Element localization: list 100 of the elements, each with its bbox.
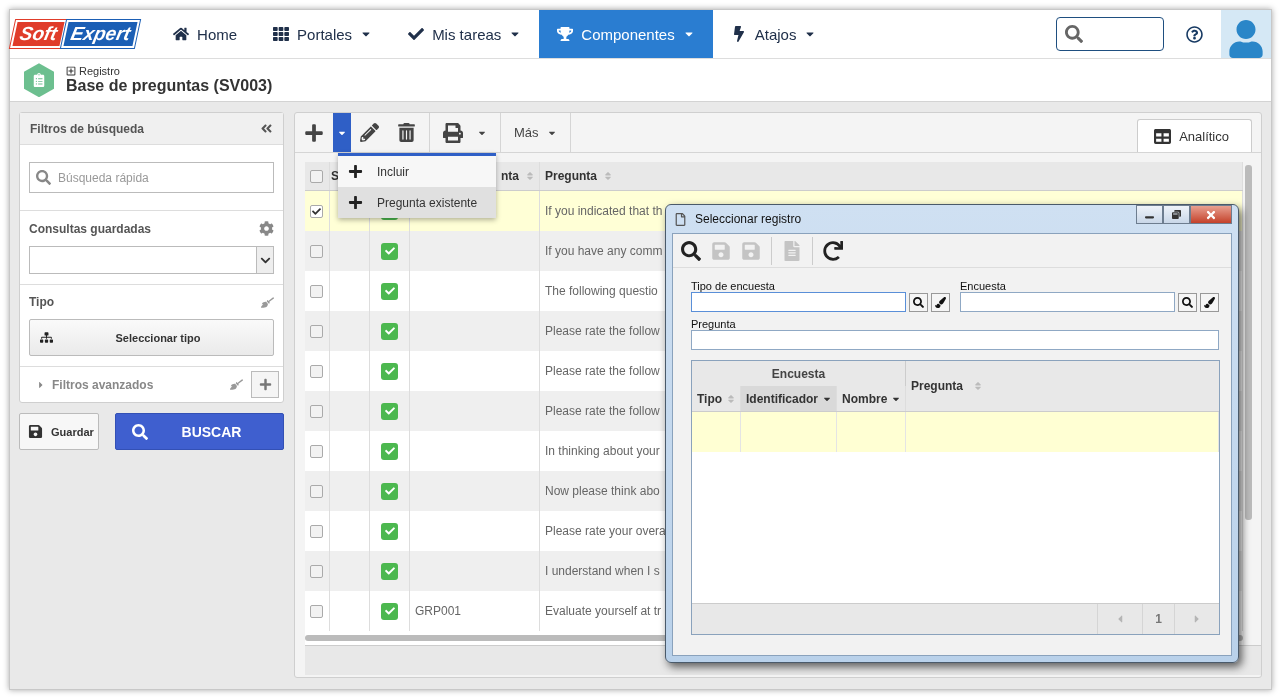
column-header[interactable]: Pregunta	[545, 169, 597, 183]
column-header[interactable]: Pregunta	[906, 361, 1219, 411]
section-label: Tipo	[29, 295, 55, 309]
search-field[interactable]: Búsqueda rápida	[29, 162, 274, 193]
search-field[interactable]	[1056, 17, 1164, 52]
collapse-icon[interactable]	[260, 122, 273, 135]
search-button[interactable]	[681, 240, 701, 261]
tree-icon	[40, 331, 53, 344]
checkbox[interactable]	[310, 169, 323, 183]
more-button[interactable]: Más	[505, 113, 566, 152]
broom-icon[interactable]	[261, 295, 274, 309]
menu-item[interactable]: Incluir	[338, 156, 496, 187]
input-field[interactable]	[691, 330, 1219, 350]
clear-button[interactable]	[1200, 292, 1219, 312]
table-cell: The following questio	[545, 284, 658, 298]
checkbox[interactable]	[310, 444, 323, 458]
printer-icon	[443, 122, 463, 143]
checkbox[interactable]	[310, 564, 323, 578]
select-type-button[interactable]: Seleccionar tipo	[29, 319, 274, 356]
table-icon	[1154, 127, 1172, 145]
column-header[interactable]: Identificador	[741, 386, 837, 411]
column-header[interactable]: nta	[501, 169, 519, 183]
table-cell: Evaluate yourself at tr	[545, 604, 662, 618]
panel-title: Filtros de búsqueda	[30, 121, 144, 136]
user-icon	[1227, 20, 1265, 59]
grid-icon	[273, 26, 290, 43]
maximize-button[interactable]	[1163, 205, 1190, 224]
nav-item[interactable]: Mis tareas	[390, 10, 540, 59]
column-header[interactable]: Nombre	[837, 386, 906, 411]
plus-icon	[304, 122, 324, 143]
settings-icon[interactable]	[259, 221, 274, 236]
column-group-header: Encuesta	[770, 365, 827, 383]
search-icon	[1065, 25, 1083, 44]
field-label: Encuesta	[960, 280, 1007, 292]
checkbox[interactable]	[310, 604, 323, 618]
dialog-title: Seleccionar registro	[695, 212, 802, 226]
search-button[interactable]: BUSCAR	[115, 413, 284, 450]
help-button[interactable]	[1186, 25, 1203, 43]
plus-icon	[348, 195, 363, 210]
clear-button[interactable]	[931, 292, 950, 312]
restore-icon	[1172, 210, 1181, 219]
checkbox[interactable]	[310, 484, 323, 498]
minimize-button[interactable]	[1136, 205, 1163, 224]
logo: Soft Expert	[10, 10, 156, 59]
checkbox[interactable]	[310, 324, 323, 338]
save-button[interactable]: Guardar	[19, 413, 99, 450]
checkbox[interactable]	[310, 364, 323, 378]
save-icon	[741, 240, 761, 261]
checkbox[interactable]	[310, 284, 323, 298]
search-button[interactable]	[909, 292, 928, 312]
table-cell: Please rate the follow	[545, 364, 660, 378]
advanced-filters-toggle[interactable]: Filtros avanzados	[36, 377, 222, 392]
broom-icon[interactable]	[230, 378, 243, 391]
add-button[interactable]	[251, 371, 279, 398]
search-icon	[1182, 296, 1193, 308]
input-field[interactable]	[691, 292, 906, 312]
table-cell: Now please think abo	[545, 484, 660, 498]
checkbox[interactable]	[310, 244, 323, 258]
trash-icon	[397, 123, 416, 142]
pencil-icon	[360, 123, 379, 142]
field-label: Pregunta	[691, 318, 737, 330]
scrollbar[interactable]	[1245, 165, 1252, 520]
table-cell: GRP001	[415, 604, 462, 618]
nav-item[interactable]: Home	[155, 10, 256, 59]
sort-icon	[525, 171, 535, 181]
plus-icon	[348, 164, 363, 179]
search-button[interactable]	[1178, 292, 1197, 312]
close-button[interactable]	[1190, 205, 1232, 224]
document-icon	[674, 212, 687, 226]
field-label: Tipo de encuesta	[691, 280, 776, 292]
nav-item[interactable]: Atajos	[712, 10, 835, 59]
page-title: Base de preguntas (SV003)	[66, 77, 273, 96]
clipboard-icon	[24, 63, 54, 98]
table-cell: If you have any comm	[545, 244, 663, 258]
save-icon	[28, 424, 43, 439]
nav-item[interactable]: Componentes	[539, 10, 713, 59]
plus-icon	[258, 378, 272, 391]
table-cell: Please rate the follow	[545, 324, 660, 338]
input-field[interactable]	[960, 292, 1175, 312]
checkbox[interactable]	[310, 204, 323, 218]
save-icon	[711, 240, 731, 261]
document-icon	[782, 240, 802, 261]
nav-item[interactable]: Portales	[255, 10, 391, 59]
close-icon	[1205, 208, 1217, 221]
search-icon	[36, 170, 51, 185]
refresh-button[interactable]	[823, 240, 843, 261]
table-cell: Please rate the follow	[545, 404, 660, 418]
refresh-icon	[823, 240, 843, 261]
search-icon	[132, 423, 148, 440]
table-cell: I understand when I s	[545, 564, 660, 578]
checkbox[interactable]	[310, 524, 323, 538]
checkbox[interactable]	[310, 404, 323, 418]
dropdown-field[interactable]	[29, 246, 274, 274]
sort-icon	[603, 171, 613, 181]
analytic-tab[interactable]: Analítico	[1137, 119, 1252, 152]
column-header[interactable]: S	[331, 169, 339, 183]
breadcrumb[interactable]: Registro	[79, 65, 120, 78]
table-cell: Please rate your overa	[545, 524, 666, 538]
avatar[interactable]	[1221, 10, 1271, 59]
search-icon	[681, 240, 701, 261]
